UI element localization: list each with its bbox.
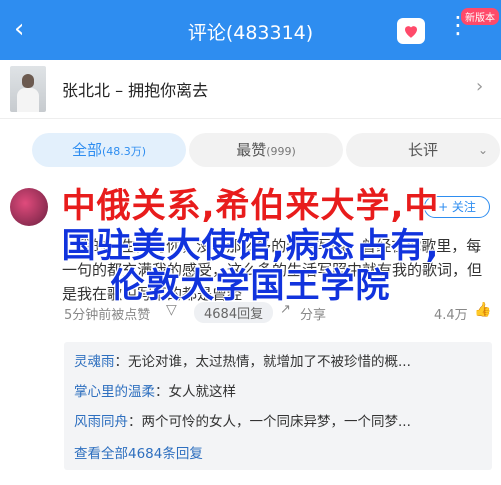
reply-item[interactable]: 掌心里的温柔：女人就这样 [74,380,236,400]
share-icon[interactable]: ↗ [280,302,291,317]
reply-item[interactable]: 灵魂雨：无论对谁，太过热情，就增加了不被珍惜的概... [74,350,411,370]
more-dots-icon[interactable]: ⋮ [446,13,471,37]
comment-time: 5分钟前被点赞 [64,308,151,323]
album-cover [10,66,46,112]
comment-meta: 5分钟前被点赞 ▽ 4684回复 ↗ 分享 4.4万 👍 [64,302,494,323]
sort-tabs: 全部(48.3万) 最赞(999) 长评 ⌄ [0,118,501,180]
overlay-line-1: 中俄关系,希伯来大学,中 [61,186,440,226]
overlay-text: 中俄关系,希伯来大学,中 国驻美大使馆,病态占有, 伦敦大学国王学院 [0,186,501,306]
overlay-line-3: 伦敦大学国王学院 [110,266,391,306]
tab-long[interactable]: 长评 ⌄ [346,133,500,167]
heart-icon[interactable] [397,18,425,44]
reply-count-button[interactable]: 4684回复 [194,302,274,323]
tab-top[interactable]: 最赞(999) [189,133,343,167]
reply-item[interactable]: 风雨同舟：两个可怜的女人，一个同床异梦，一个同梦... [74,410,411,430]
like-count: 4.4万 [434,308,468,323]
overlay-line-2: 国驻美大使馆,病态占有, [61,226,440,266]
top-bar: ‹ 评论(483314) 新版本 ⋮ [0,0,501,60]
view-all-replies-link[interactable]: 查看全部4684条回复 [74,442,203,462]
song-title: 张北北 – 拥抱你离去 [62,81,209,100]
dislike-icon[interactable]: ▽ [166,302,177,318]
reply-list: 灵魂雨：无论对谁，太过热情，就增加了不被珍惜的概... 掌心里的温柔：女人就这样… [64,342,492,470]
song-row[interactable]: 张北北 – 拥抱你离去 › [0,60,501,118]
tab-all[interactable]: 全部(48.3万) [32,133,186,167]
chevron-right-icon: › [476,76,484,97]
thumb-up-icon[interactable]: 👍 [474,302,491,318]
chevron-down-icon: ⌄ [477,143,488,157]
page-title: 评论(483314) [187,22,314,44]
share-label[interactable]: 分享 [300,304,326,323]
